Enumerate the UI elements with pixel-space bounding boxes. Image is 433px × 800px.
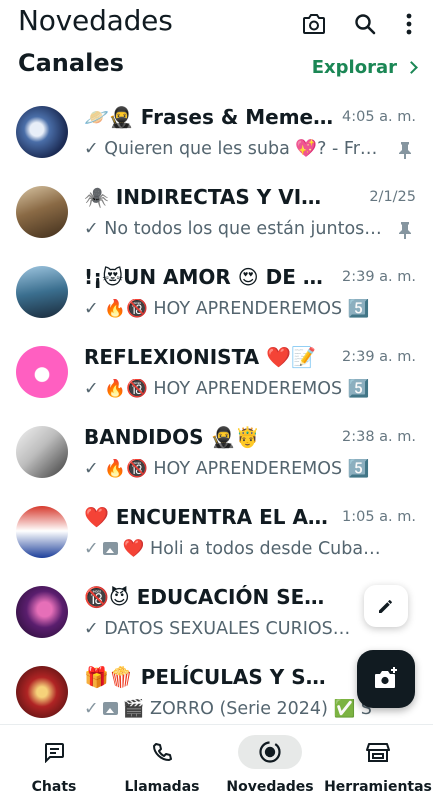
search-icon[interactable] (351, 10, 379, 38)
channel-name: !¡😻UN AMOR 😍 DE SUEÑO (84, 265, 334, 289)
channel-preview: ✓ 🎬 ZORRO (Serie 2024) ✅ S (84, 699, 374, 719)
channel-row[interactable]: ❤️ ENCUENTRA EL AMOR 1:05 a. m. ✓ ❤️ Holi… (0, 492, 433, 572)
nav-label: Chats (31, 779, 77, 795)
nav-label: Llamadas (124, 779, 200, 795)
channel-row[interactable]: REFLEXIONISTA ❤️📝 2:39 a. m. ✓ 🔥🔞 HOY AP… (0, 332, 433, 412)
channel-preview: ✓ 🔥🔞 HOY APRENDEREMOS 5️⃣ (84, 299, 370, 319)
avatar (16, 506, 68, 558)
nav-label: Herramientas (324, 779, 432, 795)
channel-row[interactable]: 🪐🥷 Frases & Memes 🤣 4:05 a. m. ✓ Quieren… (0, 92, 433, 172)
channel-time: 2:38 a. m. (341, 429, 416, 445)
updates-icon (238, 735, 302, 769)
channel-row[interactable]: 🕷️ INDIRECTAS Y VIDEOS 🔥 2/1/25 ✓ No tod… (0, 172, 433, 252)
pencil-icon (379, 600, 392, 613)
pin-icon (397, 141, 413, 159)
avatar (16, 266, 68, 318)
avatar (16, 586, 68, 638)
channel-preview: ✓ Quieren que les suba 💖? - Frases (84, 139, 384, 159)
channel-time: 1:05 a. m. (341, 509, 416, 525)
check-icon: ✓ (84, 699, 99, 719)
nav-chats[interactable]: Chats (0, 725, 108, 800)
channel-name: 🎁🍿 PELÍCULAS Y SERIES 🎬 (84, 665, 339, 689)
avatar (16, 426, 68, 478)
channel-name: REFLEXIONISTA ❤️📝 (84, 345, 316, 369)
section-title: Canales (18, 49, 124, 77)
channel-time: 2:39 a. m. (341, 349, 416, 365)
nav-calls[interactable]: Llamadas (108, 725, 216, 800)
channel-row[interactable]: BANDIDOS 🥷🤴 2:38 a. m. ✓ 🔥🔞 HOY APRENDER… (0, 412, 433, 492)
channel-name: 🔞😈 EDUCACIÓN SEXUAL 🔥 (84, 585, 334, 609)
check-icon: ✓ (84, 539, 99, 559)
channel-row[interactable]: !¡😻UN AMOR 😍 DE SUEÑO 2:39 a. m. ✓ 🔥🔞 HO… (0, 252, 433, 332)
page-title: Novedades (18, 4, 173, 37)
channel-name: 🕷️ INDIRECTAS Y VIDEOS 🔥 (84, 185, 334, 209)
avatar (16, 346, 68, 398)
explore-label: Explorar (311, 57, 397, 78)
channel-time: 4:05 a. m. (341, 109, 416, 125)
nav-tools[interactable]: Herramientas (324, 725, 432, 800)
channel-name: ❤️ ENCUENTRA EL AMOR (84, 505, 334, 529)
camera-plus-icon (375, 667, 397, 688)
pin-icon (397, 221, 413, 239)
chats-icon (22, 735, 86, 769)
avatar (16, 106, 68, 158)
channels-header: Canales Explorar (0, 48, 433, 88)
avatar (16, 666, 68, 718)
preview-text: ❤️ Holi a todos desde Cuba 🇨🇺 (122, 539, 384, 559)
bottom-navigation: Chats Llamadas Novedades Herramientas (0, 724, 433, 800)
store-icon (346, 735, 410, 769)
phone-icon (130, 735, 194, 769)
image-icon (102, 542, 118, 555)
channel-preview: ✓ ❤️ Holi a todos desde Cuba 🇨🇺 (84, 539, 384, 559)
channel-name: 🪐🥷 Frases & Memes 🤣 (84, 105, 334, 129)
avatar (16, 186, 68, 238)
explore-link[interactable]: Explorar (312, 57, 419, 78)
channel-preview: ✓ DATOS SEXUALES CURIOSOS 🔥 (84, 619, 354, 639)
more-vert-icon[interactable] (395, 10, 423, 38)
channel-preview: ✓ 🔥🔞 HOY APRENDEREMOS 5️⃣ (84, 379, 370, 399)
new-status-camera-button[interactable] (357, 650, 415, 708)
nav-label: Novedades (226, 779, 314, 795)
top-app-bar: Novedades (0, 0, 433, 50)
channel-time: 2/1/25 (369, 189, 416, 205)
new-text-status-button[interactable] (364, 585, 408, 627)
channel-time: 2:39 a. m. (341, 269, 416, 285)
camera-icon[interactable] (300, 10, 328, 38)
preview-text: 🎬 ZORRO (Serie 2024) ✅ S (122, 699, 372, 719)
channel-name: BANDIDOS 🥷🤴 (84, 425, 261, 449)
channel-preview: ✓ No todos los que están juntos se quier… (84, 219, 384, 239)
channel-preview: ✓ 🔥🔞 HOY APRENDEREMOS 5️⃣ (84, 459, 370, 479)
chevron-right-icon (405, 61, 418, 74)
nav-updates[interactable]: Novedades (216, 725, 324, 800)
image-icon (102, 702, 118, 715)
